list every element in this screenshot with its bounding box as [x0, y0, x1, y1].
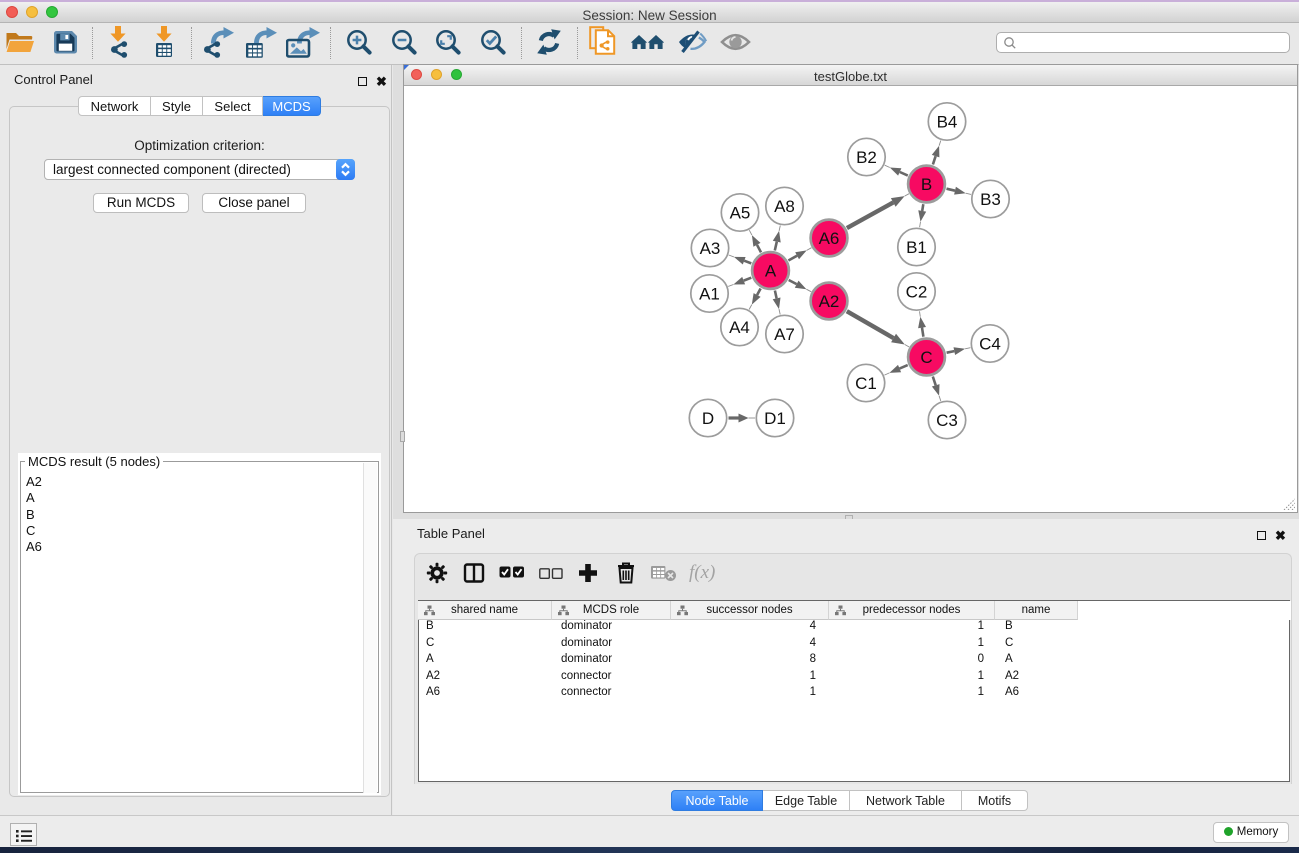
svg-text:C3: C3	[936, 411, 958, 430]
svg-text:B3: B3	[980, 190, 1001, 209]
svg-text:A5: A5	[730, 204, 751, 223]
svg-text:B1: B1	[906, 238, 927, 257]
svg-text:C: C	[920, 348, 932, 367]
svg-text:B: B	[921, 175, 932, 194]
svg-text:A8: A8	[774, 197, 795, 216]
svg-text:A6: A6	[819, 229, 840, 248]
svg-text:D: D	[702, 409, 714, 428]
svg-text:A1: A1	[699, 285, 720, 304]
svg-text:C1: C1	[855, 374, 877, 393]
svg-text:D1: D1	[764, 409, 786, 428]
svg-text:A4: A4	[729, 318, 750, 337]
svg-text:A3: A3	[700, 239, 721, 258]
svg-text:C4: C4	[979, 335, 1001, 354]
svg-text:B2: B2	[856, 148, 877, 167]
svg-text:A7: A7	[774, 325, 795, 344]
svg-text:A2: A2	[819, 292, 840, 311]
svg-text:B4: B4	[937, 113, 958, 132]
svg-text:C2: C2	[906, 283, 928, 302]
svg-text:A: A	[765, 262, 777, 281]
